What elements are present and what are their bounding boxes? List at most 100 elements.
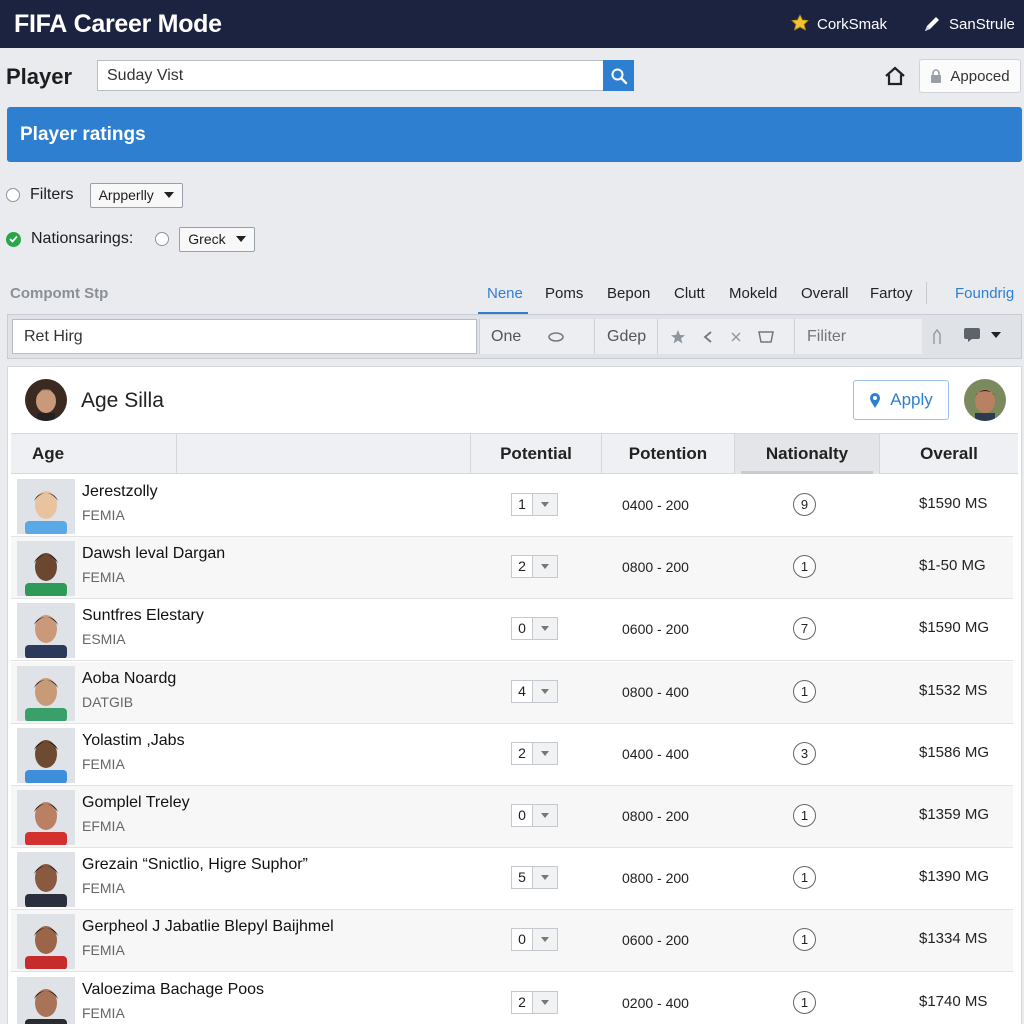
user-icon[interactable] [930,328,944,345]
cart-icon[interactable] [758,330,774,344]
col-nationality[interactable]: Nationalty [734,434,879,474]
col-age[interactable]: Age [11,434,176,474]
player-club: FEMIA [82,755,125,772]
col-potention[interactable]: Potention [601,434,734,474]
filter-input[interactable] [794,319,922,354]
table-row[interactable]: Aoba Noardg DATGIB 4 0800 - 400 1 $1532 MS [11,661,1013,724]
nationality-badge: 1 [793,990,816,1014]
nations-label: Nationsarings: [31,230,134,247]
nationality-badge: 1 [793,866,816,890]
player-name[interactable]: Aoba Noardg [82,670,176,688]
player-photo [17,976,75,1024]
tab-clutt[interactable]: Clutt [674,285,705,302]
table-row[interactable]: Valoezima Bachage Poos FEMIA 2 0200 - 400 1 $… [11,973,1013,1024]
chevron-down-icon[interactable] [533,991,557,1013]
col-potential[interactable]: Potential [470,434,601,474]
player-name[interactable]: Valoezima Bachage Poos [82,981,264,999]
player-club: FEMIA [82,507,125,523]
chevron-down-icon[interactable] [533,494,557,515]
overall-value: $1590 MS [919,495,988,512]
rating-stepper[interactable]: 1 [511,493,558,516]
table-row[interactable]: Yolastim ,Jabs FEMIA 2 0400 - 400 3 $1586 MG [11,724,1013,786]
nations-radio[interactable] [155,232,170,246]
tab-nene[interactable]: Nene [487,285,523,302]
chevron-down-icon[interactable] [533,618,557,640]
table-row[interactable]: Suntfres Elestary ESMIA 0 0600 - 200 7 $1590 … [11,599,1013,662]
chevron-down-icon [991,332,1001,338]
nationality-badge: 1 [793,555,816,579]
card-title: Age Silla [81,389,164,412]
player-name[interactable]: Grezain “Snictlio, Higre Suphor” [82,856,308,874]
tab-bepon[interactable]: Bepon [607,285,650,302]
nationality-badge: 1 [793,928,816,952]
corksmak-action[interactable]: CorkSmak [790,14,887,34]
rating-stepper[interactable]: 0 [511,617,558,641]
table-row[interactable]: Gerpheol J Jabatlie Blepyl Baijhmel FEMIA… [11,910,1013,973]
search-button[interactable] [603,60,634,91]
chat-icon [964,328,980,342]
tab-mokeld[interactable]: Mokeld [729,285,777,302]
app-header: FIFA Career Mode CorkSmak SanStrule [0,0,1024,48]
stepper-value: 5 [512,867,533,889]
overall-value: $1-50 MG [919,557,986,575]
chevron-down-icon[interactable] [533,556,557,578]
player-photo [17,727,75,783]
avatar [964,379,1006,421]
tab-foundrig[interactable]: Foundrig [955,285,1014,302]
gdep-segment[interactable]: Gdep [594,319,657,354]
player-name[interactable]: Suntfres Elestary [82,607,204,625]
home-icon[interactable] [883,65,907,87]
rating-stepper[interactable]: 0 [511,804,558,827]
col-overall[interactable]: Overall [879,434,1018,474]
chevron-down-icon[interactable] [533,929,557,951]
player-club: FEMIA [82,569,125,586]
potential-range: 0800 - 200 [622,808,689,824]
one-segment[interactable]: One [479,319,594,354]
nationality-badge: 1 [793,679,816,703]
apply-button[interactable]: Apply [853,380,949,420]
chevron-down-icon[interactable] [533,680,557,702]
table-row[interactable]: Grezain “Snictlio, Higre Suphor” FEMIA 5 08… [11,848,1013,911]
nations-select[interactable]: Greck [179,226,255,252]
player-name[interactable]: Dawsh leval Dargan [82,545,225,563]
table-row[interactable]: Gomplel Treley EFMIA 0 0800 - 200 1 $1359 MG [11,786,1013,848]
chevron-down-icon[interactable] [533,867,557,889]
rating-stepper[interactable]: 4 [511,679,558,703]
view-dropdown[interactable] [963,327,1001,343]
table-row[interactable]: Dawsh leval Dargan FEMIA 2 0800 - 200 1 $1-50… [11,537,1013,600]
filters-radio[interactable] [6,188,20,202]
sanstrule-action[interactable]: SanStrule [922,14,1015,34]
search-input[interactable] [97,60,605,91]
player-club: FEMIA [82,942,125,959]
table-row[interactable]: Jerestzolly FEMIA 1 0400 - 200 9 $1590 MS [11,475,1013,537]
icon-segment [657,319,794,354]
lock-icon [931,68,942,83]
tab-fartoy[interactable]: Fartoy [870,285,913,302]
overall-value: $1586 MG [919,743,990,761]
approved-button[interactable]: Appoced [919,59,1021,93]
close-icon[interactable] [730,331,742,343]
chevron-down-icon[interactable] [533,742,557,764]
section-banner: Player ratings [7,107,1022,162]
nationality-badge: 9 [793,493,816,516]
player-name[interactable]: Jerestzolly [82,483,158,501]
tab-poms[interactable]: Poms [545,285,583,302]
rating-stepper[interactable]: 2 [511,555,558,579]
filters-select[interactable]: Arpperlly [89,182,183,208]
chevron-down-icon [235,236,246,242]
query-input[interactable] [12,319,477,354]
tab-overall[interactable]: Overall [801,285,849,302]
chevron-left-icon[interactable] [702,330,714,344]
pen-icon [925,17,939,31]
chevron-down-icon[interactable] [533,805,557,826]
rating-stepper[interactable]: 0 [511,928,558,952]
player-name[interactable]: Yolastim ,Jabs [82,732,185,750]
check-icon[interactable] [6,231,21,247]
player-name[interactable]: Gerpheol J Jabatlie Blepyl Baijhmel [82,918,334,936]
rating-stepper[interactable]: 5 [511,866,558,890]
rating-stepper[interactable]: 2 [511,741,558,765]
star-icon[interactable] [670,329,686,345]
rating-stepper[interactable]: 2 [511,990,558,1014]
player-name[interactable]: Gomplel Treley [82,794,190,812]
potential-range: 0200 - 400 [622,994,689,1011]
